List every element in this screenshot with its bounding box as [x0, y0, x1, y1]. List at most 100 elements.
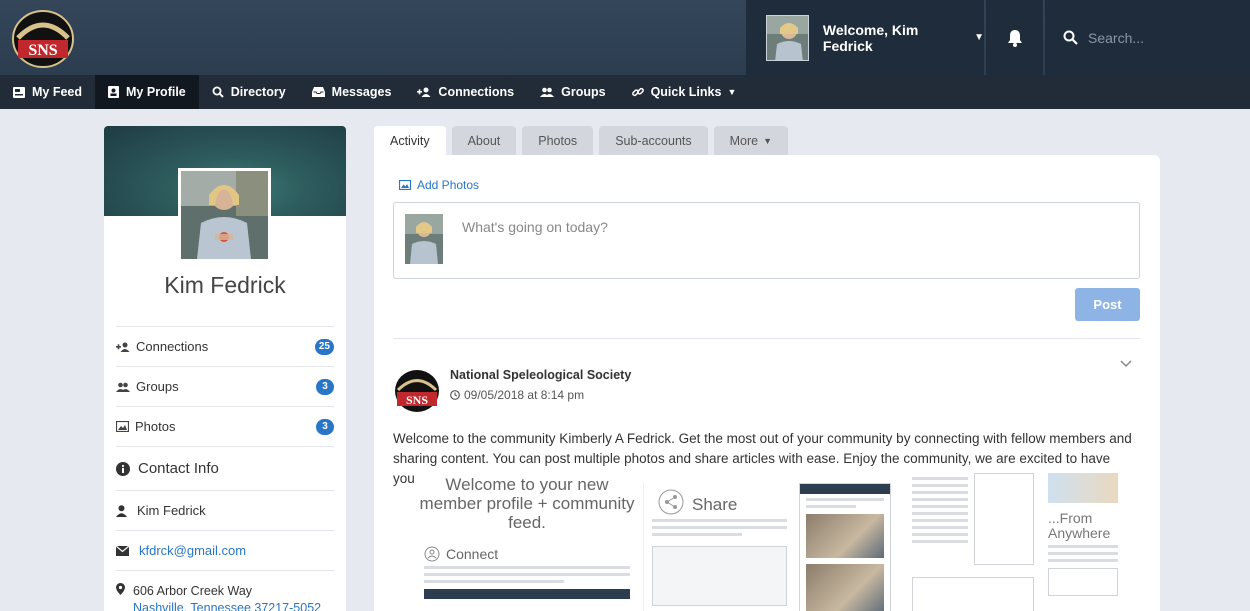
nss-post-avatar[interactable]: SNS [394, 368, 440, 414]
share-icon [658, 489, 684, 515]
text-line [912, 505, 968, 508]
profile-name: Kim Fedrick [164, 272, 286, 298]
svg-text:SNS: SNS [28, 42, 57, 59]
text-line [424, 566, 630, 569]
thumb-welcome-text: Welcome to your new member profile + com… [419, 475, 635, 532]
connections-icon [417, 87, 431, 97]
chevron-down-icon[interactable] [1120, 360, 1132, 368]
gallery-image[interactable]: Welcome to your new member profile + com… [416, 473, 638, 611]
post-composer [393, 202, 1140, 279]
nav-my-feed[interactable]: My Feed [0, 75, 95, 109]
gallery-image[interactable]: ...From Anywhere [1048, 473, 1118, 611]
nav-my-profile[interactable]: My Profile [95, 75, 199, 109]
profile-photo[interactable] [178, 168, 271, 262]
nav-label: My Profile [126, 85, 186, 99]
nav-groups[interactable]: Groups [527, 75, 618, 109]
contact-email-row[interactable]: kfdrck@gmail.com [116, 530, 334, 570]
welcome-text: Welcome, Kim Fedrick [822, 21, 919, 54]
address-line2[interactable]: Nashville, Tennessee 37217-5052 [133, 600, 321, 611]
user-menu[interactable]: Welcome, Kim Fedrick ▼ [746, 0, 984, 75]
tab-sub-accounts[interactable]: Sub-accounts [599, 126, 708, 155]
stat-label: Connections [136, 339, 209, 354]
mini-text-column [912, 473, 968, 565]
mini-header [424, 589, 630, 599]
nav-label: Directory [230, 85, 286, 99]
bell-icon [1007, 29, 1022, 47]
stat-photos[interactable]: Photos 3 [116, 406, 334, 446]
nav-label: My Feed [32, 85, 83, 99]
nav-connections[interactable]: Connections [404, 75, 527, 109]
text-line [912, 540, 968, 543]
post-author[interactable]: National Speleological Society [450, 368, 631, 382]
text-line [912, 526, 968, 529]
groups-icon [116, 382, 130, 392]
gallery-image[interactable]: Share [643, 483, 795, 611]
info-icon [116, 461, 130, 476]
post-input[interactable] [462, 219, 1122, 259]
mini-screenshot [1048, 568, 1118, 596]
thumb-connect-text: Connect [446, 546, 499, 562]
activity-panel: Add Photos Post SNS National Speleologic… [374, 155, 1160, 611]
text-line [652, 526, 787, 529]
main-nav: My Feed My Profile Directory Messages Co… [0, 75, 1250, 109]
caret-down-icon: ▼ [974, 32, 984, 43]
stat-label: Photos [135, 419, 176, 434]
text-line [1048, 559, 1118, 562]
nss-logo[interactable]: SNS [12, 10, 74, 68]
tab-about[interactable]: About [451, 126, 517, 155]
mini-photo [1048, 473, 1118, 503]
user-avatar [766, 14, 809, 61]
text-line [912, 533, 968, 536]
contact-name-row: Kim Fedrick [116, 490, 334, 530]
count-badge: 25 [314, 338, 334, 355]
tab-activity[interactable]: Activity [374, 126, 446, 155]
add-photos-link[interactable]: Add Photos [399, 178, 479, 192]
nav-messages[interactable]: Messages [299, 75, 405, 109]
post-time-text: 09/05/2018 at 8:14 pm [464, 388, 585, 402]
contact-name: Kim Fedrick [137, 503, 206, 518]
mini-screenshot [912, 577, 1034, 611]
mini-screenshot [974, 473, 1034, 565]
post-timestamp: 09/05/2018 at 8:14 pm [450, 388, 584, 402]
svg-text:SNS: SNS [406, 393, 428, 407]
gallery-image[interactable] [912, 473, 1034, 611]
link-icon [631, 87, 644, 97]
mini-photo [806, 564, 884, 611]
notifications-button[interactable] [985, 0, 1043, 75]
nav-directory[interactable]: Directory [199, 75, 299, 109]
post-image-gallery[interactable]: Welcome to your new member profile + com… [416, 473, 1118, 611]
search-icon [1063, 30, 1078, 45]
stat-label: Groups [136, 379, 179, 394]
clock-icon [450, 390, 460, 400]
search-input[interactable] [1088, 29, 1218, 46]
caret-down-icon: ▼ [763, 135, 773, 146]
image-icon [399, 180, 411, 190]
count-badge: 3 [316, 378, 334, 395]
gallery-image[interactable] [799, 483, 891, 611]
tab-more[interactable]: More ▼ [713, 126, 789, 155]
profile-icon [108, 86, 120, 98]
address-line1: 606 Arbor Creek Way [133, 584, 253, 598]
stat-connections[interactable]: Connections 25 [116, 326, 334, 366]
user-icon [116, 504, 127, 517]
nav-quick-links[interactable]: Quick Links ▼ [619, 75, 750, 109]
tab-photos[interactable]: Photos [522, 126, 594, 155]
contact-address-row: 606 Arbor Creek Way Nashville, Tennessee… [116, 570, 334, 611]
connect-icon [424, 546, 440, 562]
search-box[interactable] [1044, 0, 1250, 75]
text-line [912, 512, 968, 515]
map-marker-icon [116, 583, 125, 595]
text-line [424, 580, 564, 583]
contact-email[interactable]: kfdrck@gmail.com [139, 543, 246, 558]
post-button[interactable]: Post [1075, 288, 1140, 321]
contact-title: Contact Info [138, 460, 219, 477]
profile-stats-list: Connections 25 Groups 3 Photos 3 Contact… [116, 326, 334, 611]
stat-groups[interactable]: Groups 3 [116, 366, 334, 406]
thumb-from-text: ...From Anywhere [1048, 510, 1111, 541]
mini-photo [806, 514, 884, 558]
text-line [806, 498, 884, 501]
image-icon [116, 421, 129, 432]
text-line [1048, 545, 1118, 548]
thumb-share-text: Share [692, 495, 738, 514]
text-line [912, 477, 968, 480]
